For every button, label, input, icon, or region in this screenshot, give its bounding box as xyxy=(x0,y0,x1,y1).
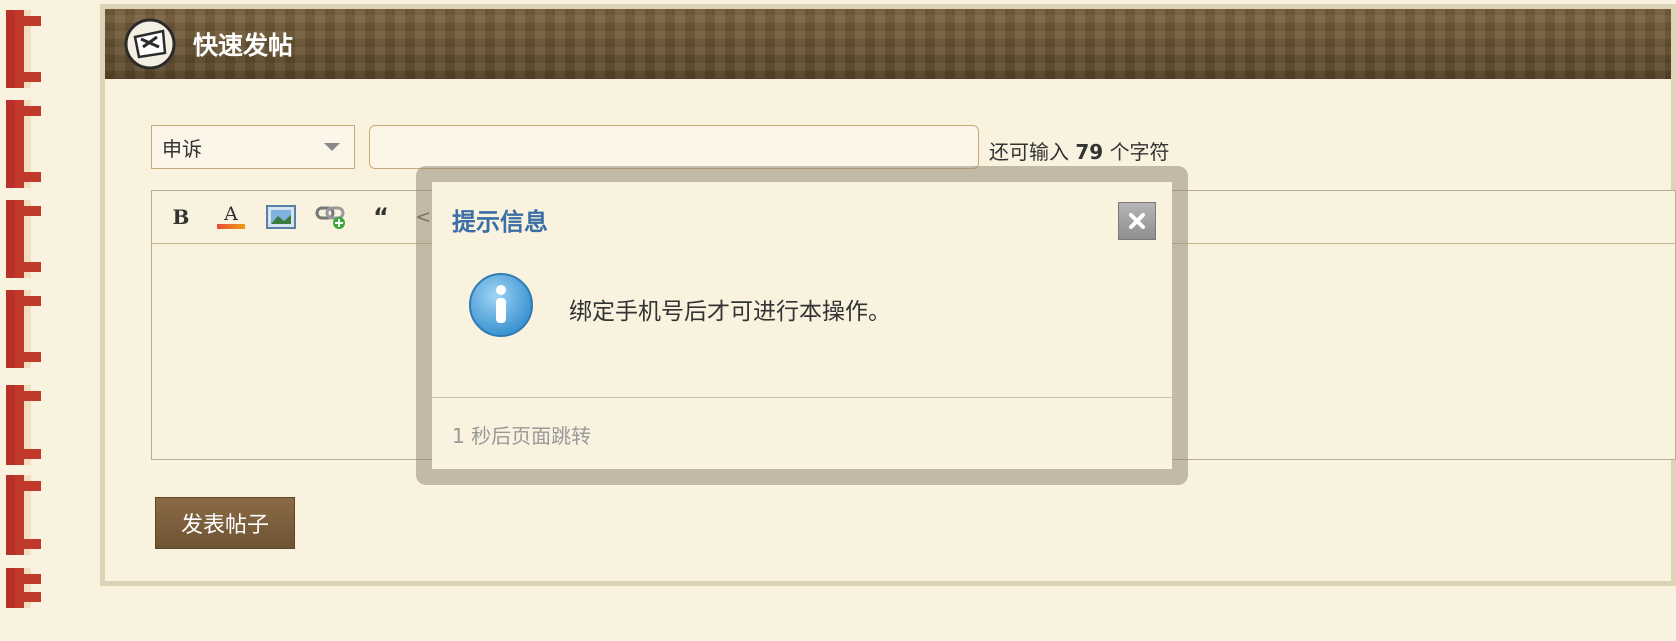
submit-post-button[interactable]: 发表帖子 xyxy=(155,497,295,549)
image-icon[interactable] xyxy=(264,200,298,234)
title-input[interactable] xyxy=(369,125,979,169)
left-ornament xyxy=(6,290,44,368)
font-color-icon[interactable]: A xyxy=(214,200,248,234)
left-ornament xyxy=(6,475,44,555)
dialog-overlay: 提示信息 绑定手机号后才可进行本操作。 1 秒后页面跳转 xyxy=(416,166,1188,485)
bold-icon[interactable]: B xyxy=(164,200,198,234)
char-hint-suffix: 个字符 xyxy=(1109,140,1170,164)
left-decoration-strip xyxy=(0,0,64,641)
close-icon[interactable] xyxy=(1118,202,1156,240)
left-ornament xyxy=(6,100,44,188)
category-select[interactable]: 申诉 xyxy=(151,125,355,169)
char-hint-prefix: 还可输入 xyxy=(989,140,1069,164)
left-ornament xyxy=(6,568,44,608)
left-ornament xyxy=(6,200,44,278)
forum-post-icon xyxy=(123,17,177,71)
dialog-message: 绑定手机号后才可进行本操作。 xyxy=(569,299,891,325)
dialog-divider xyxy=(432,397,1172,398)
panel-header: 快速发帖 xyxy=(105,9,1671,79)
chevron-down-icon xyxy=(324,143,340,151)
char-hint-count: 79 xyxy=(1075,140,1104,164)
char-count-hint: 还可输入 79 个字符 xyxy=(989,136,1170,165)
left-ornament xyxy=(6,10,44,88)
page-title: 快速发帖 xyxy=(193,31,294,60)
quote-icon[interactable]: “ xyxy=(364,200,398,234)
link-icon[interactable] xyxy=(314,200,348,234)
redirect-countdown: 1 秒后页面跳转 xyxy=(452,424,592,448)
info-icon xyxy=(468,272,534,338)
category-select-value: 申诉 xyxy=(162,136,202,161)
left-ornament xyxy=(6,385,44,465)
dialog-title: 提示信息 xyxy=(452,208,548,236)
info-dialog: 提示信息 绑定手机号后才可进行本操作。 1 秒后页面跳转 xyxy=(432,182,1172,469)
